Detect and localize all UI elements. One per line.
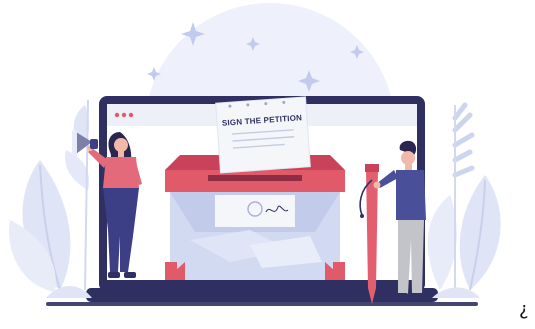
- right-foliage: [427, 102, 501, 291]
- window-dot-icon: [114, 112, 120, 118]
- petition-paper: SIGN THE PETITION: [215, 96, 311, 174]
- petition-illustration: SIGN THE PETITION ¿: [0, 0, 535, 329]
- man-face: [401, 151, 415, 165]
- laptop-base: [86, 288, 438, 302]
- ballot-inside: [215, 195, 295, 227]
- trailing-character: ¿: [519, 299, 529, 320]
- left-foliage: [9, 99, 90, 292]
- woman-face: [114, 138, 128, 152]
- ballot-box: [165, 155, 345, 280]
- man-jacket: [396, 170, 426, 220]
- ballot-slot: [208, 175, 302, 181]
- window-dot-icon: [121, 112, 127, 118]
- window-dot-icon: [128, 112, 134, 118]
- illustration-canvas: SIGN THE PETITION: [9, 3, 501, 306]
- desk-line: [46, 302, 478, 306]
